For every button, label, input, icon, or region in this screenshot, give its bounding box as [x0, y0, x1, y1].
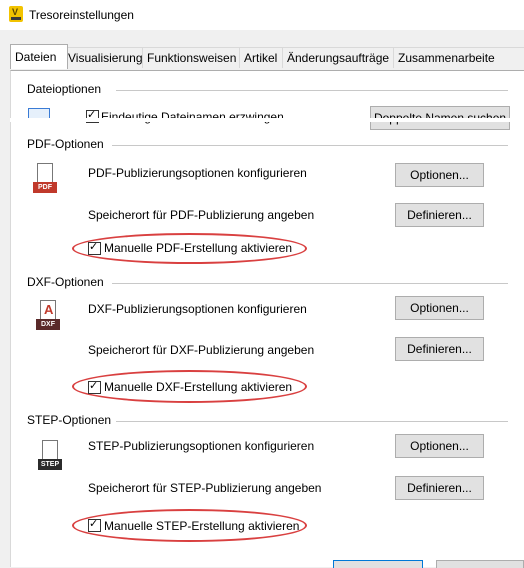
pdf-manual-checkbox[interactable]	[88, 240, 101, 255]
dxf-define-button[interactable]: Definieren...	[395, 337, 484, 361]
tab-artikel[interactable]: Artikel	[239, 47, 287, 68]
tab-strip: Dateien Visualisierung Funktionsweisen A…	[10, 44, 524, 70]
section-title-step: STEP-Optionen	[27, 413, 112, 427]
divider	[112, 283, 508, 284]
section-title-dateioptionen: Dateioptionen	[27, 82, 102, 96]
dxf-configure-label: DXF-Publizierungsoptionen konfigurieren	[88, 302, 307, 316]
dxf-options-button[interactable]: Optionen...	[395, 296, 484, 320]
pdf-define-button[interactable]: Definieren...	[395, 203, 484, 227]
step-define-button[interactable]: Definieren...	[395, 476, 484, 500]
pdf-manual-label: Manuelle PDF-Erstellung aktivieren	[104, 241, 293, 255]
pdf-file-icon: PDF	[33, 163, 57, 193]
cancel-button[interactable]	[436, 560, 524, 568]
tab-visualisierung[interactable]: Visualisierung	[63, 47, 147, 68]
title-bar: V Tresoreinstellungen	[0, 0, 524, 30]
ok-button[interactable]	[333, 560, 423, 568]
section-title-pdf: PDF-Optionen	[27, 137, 104, 151]
tab-aenderungsauftraege[interactable]: Änderungsaufträge	[282, 47, 398, 68]
section-title-dxf: DXF-Optionen	[27, 275, 104, 289]
dxf-manual-label: Manuelle DXF-Erstellung aktivieren	[104, 380, 293, 394]
step-file-icon: STEP	[38, 440, 62, 470]
divider	[112, 145, 508, 146]
step-configure-label: STEP-Publizierungsoptionen konfigurieren	[88, 439, 315, 453]
step-manual-label: Manuelle STEP-Erstellung aktivieren	[104, 519, 300, 533]
divider	[116, 421, 508, 422]
dxf-location-label: Speicherort für DXF-Publizierung angeben	[88, 343, 315, 357]
scroll-clip	[10, 118, 524, 122]
window-title: Tresoreinstellungen	[29, 8, 134, 22]
tab-funktionsweisen[interactable]: Funktionsweisen	[142, 47, 244, 68]
tab-zusammenarbeit[interactable]: Zusammenarbeite	[393, 47, 524, 68]
vault-app-icon: V	[9, 6, 23, 22]
pdf-configure-label: PDF-Publizierungsoptionen konfigurieren	[88, 166, 307, 180]
divider	[116, 90, 508, 91]
step-manual-checkbox[interactable]	[88, 517, 101, 532]
step-location-label: Speicherort für STEP-Publizierung angebe…	[88, 481, 322, 495]
pdf-location-label: Speicherort für PDF-Publizierung angeben	[88, 208, 315, 222]
dxf-manual-checkbox[interactable]	[88, 379, 101, 394]
pdf-options-button[interactable]: Optionen...	[395, 163, 484, 187]
dxf-file-icon: A DXF	[36, 300, 60, 330]
tab-dateien[interactable]: Dateien	[10, 44, 68, 69]
step-options-button[interactable]: Optionen...	[395, 434, 484, 458]
